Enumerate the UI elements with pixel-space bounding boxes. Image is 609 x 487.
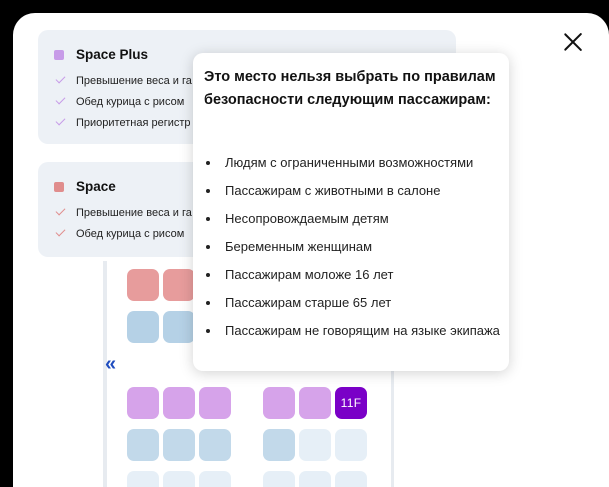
restriction-item: Несопровождаемым детям bbox=[204, 210, 504, 228]
tooltip-title: Это место нельзя выбрать по правилам без… bbox=[204, 69, 496, 108]
seat[interactable] bbox=[163, 269, 195, 301]
feature-item: Приоритетная регистр bbox=[55, 115, 191, 129]
seat[interactable] bbox=[199, 429, 231, 461]
seat[interactable] bbox=[127, 387, 159, 419]
check-icon bbox=[55, 205, 66, 216]
feature-item: Превышение веса и га bbox=[55, 73, 192, 87]
scroll-prev-icon[interactable]: « bbox=[105, 354, 116, 374]
feature-item: Обед курица с рисом bbox=[55, 94, 184, 108]
space-color-swatch bbox=[54, 182, 64, 192]
selected-seat[interactable]: 11F bbox=[335, 387, 367, 419]
seat-unavailable bbox=[299, 471, 331, 487]
restriction-item: Людям с ограниченными возможностями bbox=[204, 154, 504, 172]
seat-unavailable bbox=[335, 471, 367, 487]
close-icon[interactable] bbox=[559, 28, 587, 56]
seat-selection-modal: Space Plus Превышение веса и га Обед кур… bbox=[13, 13, 609, 487]
seat[interactable] bbox=[127, 311, 159, 343]
check-icon bbox=[55, 115, 66, 126]
tariff-title: Space bbox=[76, 179, 116, 194]
check-icon bbox=[55, 226, 66, 237]
seat[interactable] bbox=[263, 429, 295, 461]
seat[interactable] bbox=[263, 387, 295, 419]
tariff-title: Space Plus bbox=[76, 47, 149, 62]
seat-restriction-tooltip: Это место нельзя выбрать по правилам без… bbox=[193, 53, 509, 371]
check-icon bbox=[55, 73, 66, 84]
seat-unavailable bbox=[199, 471, 231, 487]
seat[interactable] bbox=[163, 311, 195, 343]
seat-unavailable bbox=[335, 429, 367, 461]
restriction-item: Беременным женщинам bbox=[204, 238, 504, 256]
seat-unavailable bbox=[263, 471, 295, 487]
seat-unavailable bbox=[163, 471, 195, 487]
seat-unavailable bbox=[299, 429, 331, 461]
check-icon bbox=[55, 94, 66, 105]
seat-unavailable bbox=[127, 471, 159, 487]
space-plus-color-swatch bbox=[54, 50, 64, 60]
restriction-item: Пассажирам моложе 16 лет bbox=[204, 266, 504, 284]
seat[interactable] bbox=[299, 387, 331, 419]
seat[interactable] bbox=[127, 429, 159, 461]
seat[interactable] bbox=[163, 387, 195, 419]
seat[interactable] bbox=[127, 269, 159, 301]
feature-item: Обед курица с рисом bbox=[55, 226, 184, 240]
feature-item: Превышение веса и га bbox=[55, 205, 192, 219]
seat[interactable] bbox=[163, 429, 195, 461]
restriction-list: Людям с ограниченными возможностями Пасс… bbox=[204, 154, 504, 350]
seat[interactable] bbox=[199, 387, 231, 419]
restriction-item: Пассажирам старше 65 лет bbox=[204, 294, 504, 312]
restriction-item: Пассажирам с животными в салоне bbox=[204, 182, 504, 200]
restriction-item: Пассажирам не говорящим на языке экипажа bbox=[204, 322, 504, 340]
